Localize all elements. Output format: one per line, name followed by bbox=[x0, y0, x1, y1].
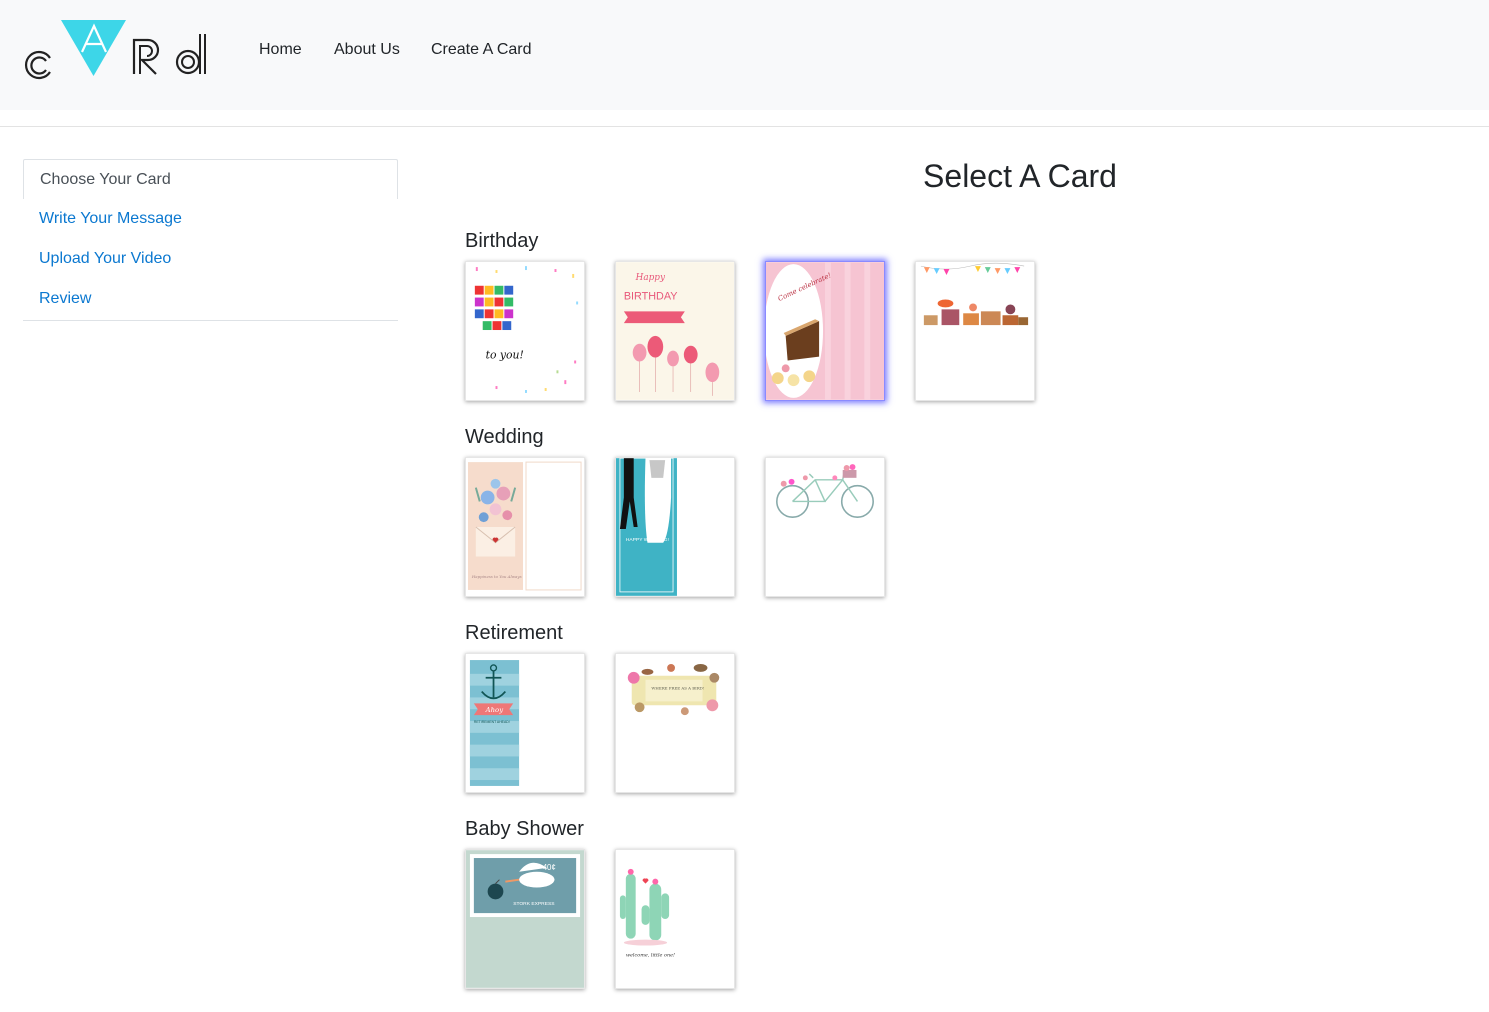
page-title: Select A Card bbox=[923, 158, 1117, 194]
card-cactus-welcome-little-one[interactable]: welcome, little one! bbox=[615, 849, 735, 989]
category-title-birthday: Birthday bbox=[465, 230, 539, 252]
nav-create-card-link[interactable]: Create A Card bbox=[431, 41, 532, 59]
step-choose-card[interactable]: Choose Your Card bbox=[23, 159, 398, 199]
card-come-celebrate-cake[interactable]: Come celebrate! bbox=[765, 261, 885, 401]
nav-about-link[interactable]: About Us bbox=[334, 41, 400, 59]
card-art-text: RETIREMENT AHEAD! bbox=[474, 720, 510, 724]
card-art-text: to you! bbox=[486, 349, 524, 362]
card-art-text: Happiness to You Always bbox=[471, 574, 522, 579]
card-art-text: 40¢ bbox=[543, 863, 556, 872]
card-wreath-with-birds[interactable]: WHERE FREE AS A BIRD! bbox=[615, 653, 735, 793]
category-title-retirement: Retirement bbox=[465, 622, 563, 644]
nav-home-link[interactable]: Home bbox=[259, 41, 302, 59]
card-bicycle-with-flowers[interactable] bbox=[765, 457, 885, 597]
brand-logo[interactable] bbox=[24, 18, 210, 80]
card-floral-envelope-happiness[interactable]: Happiness to You Always bbox=[465, 457, 585, 597]
card-happy-wedding-couple[interactable]: HAPPY WEDDING! bbox=[615, 457, 735, 597]
category-title-wedding: Wedding bbox=[465, 426, 544, 448]
card-stork-express-stamp[interactable]: 40¢ STORK EXPRESS bbox=[465, 849, 585, 989]
wizard-steps: Choose Your Card Write Your Message Uplo… bbox=[23, 159, 398, 321]
header-divider bbox=[0, 126, 1489, 127]
category-title-baby-shower: Baby Shower bbox=[465, 818, 584, 840]
card-ahoy-anchor-retirement[interactable]: Ahoy RETIREMENT AHEAD! bbox=[465, 653, 585, 793]
card-art-text: STORK EXPRESS bbox=[513, 901, 555, 907]
card-art-text: HAPPY WEDDING! bbox=[626, 537, 669, 543]
step-write-message[interactable]: Write Your Message bbox=[23, 199, 398, 239]
card-birthday-bunting-party[interactable] bbox=[915, 261, 1035, 401]
card-happy-birthday-balloons[interactable]: Happy BIRTHDAY bbox=[615, 261, 735, 401]
step-upload-video[interactable]: Upload Your Video bbox=[23, 239, 398, 279]
steps-divider bbox=[23, 320, 398, 321]
card-happy-birthday-to-you[interactable]: to you! bbox=[465, 261, 585, 401]
card-art-text: BIRTHDAY bbox=[624, 291, 678, 303]
step-review[interactable]: Review bbox=[23, 279, 398, 319]
card-art-text: Happy bbox=[635, 273, 666, 283]
navbar: Home About Us Create A Card bbox=[0, 0, 1489, 110]
card-art-text: WHERE FREE AS A BIRD! bbox=[651, 686, 704, 691]
card-art-text: welcome, little one! bbox=[626, 952, 675, 958]
card-art-text: Ahoy bbox=[485, 706, 504, 714]
